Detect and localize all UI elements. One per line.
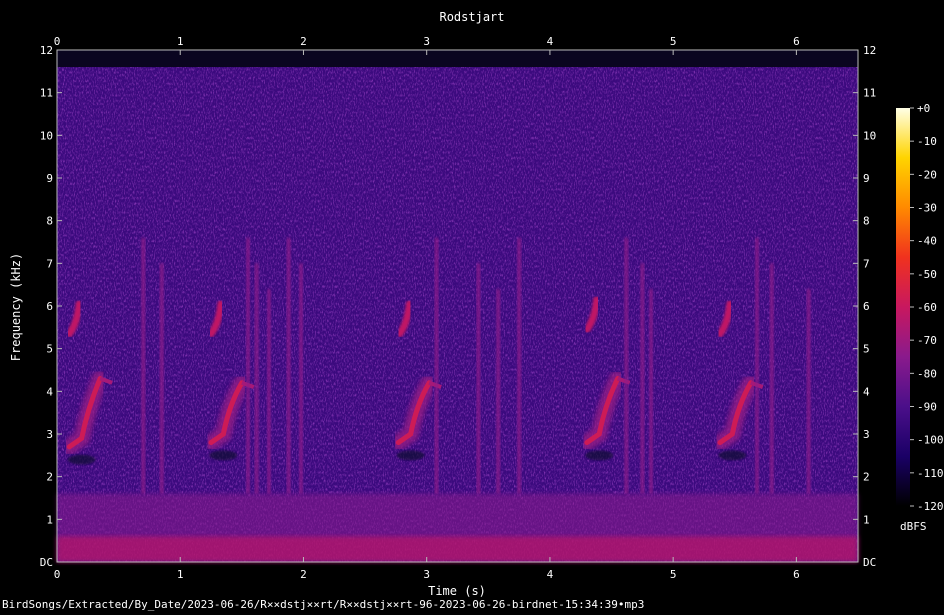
broadband-click [754, 237, 759, 494]
y-tick-label-right: 10 [863, 129, 876, 142]
y-tick-label-right: 11 [863, 87, 876, 100]
colorbar-tick-label: -90 [917, 401, 937, 414]
broadband-click [769, 263, 774, 494]
spectrogram-figure: Rodstjart 0 0 1 1 2 2 3 3 4 4 5 5 6 6 DC DC 1 1 2 2 3 3 4 4 5 5 6 6… [0, 0, 944, 611]
x-tick-label-bottom: 4 [547, 568, 554, 581]
x-tick-label-bottom: 6 [793, 568, 800, 581]
colorbar-tick-label: -40 [917, 235, 937, 248]
y-tick-label-right: 3 [863, 428, 870, 441]
broadband-click [246, 237, 251, 494]
y-tick-label-left: 5 [46, 343, 53, 356]
broadband-click [159, 263, 164, 494]
y-tick-label-left: DC [40, 556, 53, 569]
broadband-click [254, 263, 259, 494]
colorbar-tick-label: -20 [917, 168, 937, 181]
sweep-shadow [718, 450, 747, 461]
x-tick-label-bottom: 3 [423, 568, 430, 581]
broadband-click [648, 288, 653, 494]
broadband-click [640, 263, 645, 494]
colorbar-tick-label: -30 [917, 202, 937, 215]
colorbar: +0 -10 -20 -30 -40 -50 -60 -70 -80 -90 -100 -110 -12… [896, 102, 944, 513]
y-tick-label-left: 1 [46, 513, 53, 526]
sweep-shadow [209, 450, 238, 461]
spectrogram-plot-area [57, 50, 858, 563]
y-axis-label: Frequency (kHz) [9, 253, 23, 361]
colorbar-gradient [896, 108, 910, 506]
y-tick-label-left: 10 [40, 129, 53, 142]
x-tick-label-bottom: 5 [670, 568, 677, 581]
colorbar-tick-label: -120 [917, 500, 944, 513]
x-tick-label-top: 5 [670, 35, 677, 48]
chart-title: Rodstjart [439, 10, 504, 24]
y-tick-label-right: 12 [863, 44, 876, 57]
y-tick-label-left: 9 [46, 172, 53, 185]
sweep-shadow [585, 450, 614, 461]
y-tick-label-right: 7 [863, 257, 870, 270]
noise-texture [57, 67, 858, 563]
broadband-click [141, 237, 146, 494]
colorbar-label: dBFS [900, 520, 927, 533]
y-tick-label-left: 6 [46, 300, 53, 313]
y-tick-label-right: 1 [863, 513, 870, 526]
y-tick-label-right: 5 [863, 343, 870, 356]
colorbar-tick-label: -10 [917, 135, 937, 148]
x-tick-label-top: 3 [423, 35, 430, 48]
y-tick-label-right: 6 [863, 300, 870, 313]
colorbar-tick-label: -80 [917, 367, 937, 380]
broadband-click [286, 237, 291, 494]
x-tick-label-top: 4 [547, 35, 554, 48]
x-tick-label-top: 0 [54, 35, 61, 48]
broadband-click [496, 288, 501, 494]
spectrogram-svg: Rodstjart 00112233445566DC DC1 12 23 34 45 56 6… [2, 10, 944, 611]
colorbar-tick-label: -50 [917, 268, 937, 281]
y-tick-label-left: 8 [46, 215, 53, 228]
y-tick-label-left: 7 [46, 257, 53, 270]
broadband-click [806, 288, 811, 494]
y-tick-label-right: 8 [863, 215, 870, 228]
colorbar-tick-label: -110 [917, 467, 944, 480]
broadband-click [476, 263, 481, 494]
y-tick-label-right: DC [863, 556, 876, 569]
sweep-shadow [67, 454, 96, 465]
x-tick-label-top: 1 [177, 35, 184, 48]
x-axis-label: Time (s) [428, 584, 486, 598]
x-tick-label-top: 2 [300, 35, 307, 48]
broadband-click [434, 237, 439, 494]
colorbar-tick-label: -70 [917, 334, 937, 347]
y-tick-label-right: 9 [863, 172, 870, 185]
y-tick-label-left: 3 [46, 428, 53, 441]
broadband-click [266, 288, 271, 494]
broadband-click [624, 237, 629, 494]
colorbar-tick-label: -100 [917, 434, 944, 447]
y-tick-label-left: 4 [46, 385, 53, 398]
colorbar-tick-label: +0 [917, 102, 930, 115]
colorbar-tick-label: -60 [917, 301, 937, 314]
y-tick-label-right: 4 [863, 385, 870, 398]
broadband-click [298, 263, 303, 494]
sweep-shadow [396, 450, 425, 461]
y-tick-label-left: 2 [46, 471, 53, 484]
x-tick-label-bottom: 2 [300, 568, 307, 581]
x-tick-label-top: 6 [793, 35, 800, 48]
broadband-click [517, 237, 522, 494]
y-tick-label-left: 12 [40, 44, 53, 57]
x-tick-label-bottom: 1 [177, 568, 184, 581]
low-frequency-band-strong [57, 536, 858, 562]
y-tick-label-right: 2 [863, 471, 870, 484]
footer-filename: BirdSongs/Extracted/By_Date/2023-06-26/R… [2, 598, 644, 611]
y-tick-label-left: 11 [40, 87, 53, 100]
x-tick-label-bottom: 0 [54, 568, 61, 581]
